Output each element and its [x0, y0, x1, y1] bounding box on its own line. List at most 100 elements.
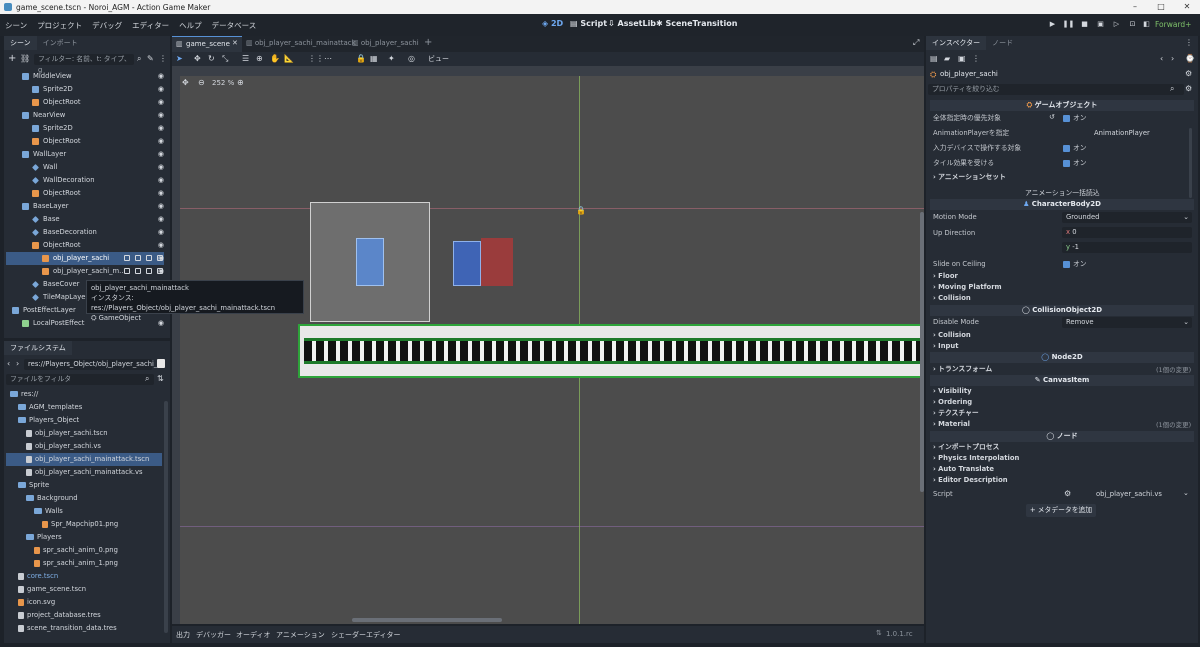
- fullscreen-icon[interactable]: ⤢: [913, 38, 919, 48]
- up-direction-y[interactable]: y -1: [1062, 242, 1192, 253]
- group-visibility[interactable]: › Visibility: [933, 386, 972, 397]
- inspector-scrollbar[interactable]: [1189, 128, 1192, 198]
- filesystem-scrollbar[interactable]: [164, 401, 168, 633]
- folder-item[interactable]: Sprite: [6, 479, 162, 492]
- revert-icon[interactable]: ↺: [1049, 113, 1055, 121]
- pivot-icon[interactable]: ⊕: [256, 54, 263, 63]
- chevron-down-icon[interactable]: ⌄: [1183, 489, 1189, 497]
- file-item[interactable]: game_scene.tscn: [6, 583, 162, 596]
- visibility-eye-icon[interactable]: ◉: [158, 213, 164, 226]
- new-resource-icon[interactable]: ▤: [930, 54, 938, 63]
- tab-obj-player-sachi-mainattack[interactable]: ▥ obj_player_sachi_mainattack: [246, 39, 356, 47]
- pause-icon[interactable]: ❚❚: [1062, 18, 1075, 31]
- snap-icon[interactable]: ⋮⋮: [308, 54, 324, 63]
- menu-dots-icon[interactable]: ⋮: [159, 54, 167, 63]
- path-field[interactable]: res://Players_Object/obj_player_sachi_m: [24, 359, 164, 370]
- scene-tree-item[interactable]: Base ◉: [6, 213, 164, 226]
- zoom-out-icon[interactable]: ⊖: [198, 78, 205, 87]
- extra-icon[interactable]: ⋮: [972, 54, 980, 63]
- maximize-icon[interactable]: □: [1148, 0, 1174, 14]
- tab-node[interactable]: ノード: [986, 36, 1019, 50]
- scene-tree-item[interactable]: Sprite2D ◉: [6, 83, 164, 96]
- visibility-eye-icon[interactable]: ◉: [158, 226, 164, 239]
- film-icon[interactable]: [135, 268, 141, 274]
- zoom-level[interactable]: 252 %: [212, 79, 234, 87]
- folder-item[interactable]: Players_Object: [6, 414, 162, 427]
- grid-snap-icon[interactable]: ⋯: [324, 54, 332, 63]
- folder-item[interactable]: res://: [6, 388, 162, 401]
- viewport-scrollbar-v[interactable]: [920, 212, 924, 492]
- menu-scene[interactable]: シーン: [0, 20, 32, 31]
- file-item[interactable]: spr_sachi_anim_1.png: [6, 557, 162, 570]
- remote-debug-icon[interactable]: ▣: [1094, 18, 1107, 31]
- visibility-eye-icon[interactable]: ◉: [158, 96, 164, 109]
- play-custom-icon[interactable]: ⊡: [1126, 18, 1139, 31]
- group-animation-set[interactable]: › アニメーションセット: [933, 172, 1006, 183]
- bottom-tab-animation[interactable]: アニメーション: [276, 630, 325, 640]
- scene-tree-item[interactable]: WallLayer ◉: [6, 148, 164, 161]
- renderer-select[interactable]: Forward+: [1155, 20, 1191, 29]
- section-game-object[interactable]: ⛭ ゲームオブジェクト: [930, 100, 1194, 111]
- section-node2d[interactable]: ◯ Node2D: [930, 352, 1194, 363]
- file-item[interactable]: scene_transition_data.tres: [6, 622, 162, 635]
- bottom-tab-audio[interactable]: オーディオ: [236, 630, 271, 640]
- lock-icon[interactable]: 🔒: [356, 54, 366, 63]
- visibility-eye-icon[interactable]: ◉: [158, 135, 164, 148]
- instance-icon[interactable]: [124, 255, 130, 261]
- tab-game-scene[interactable]: ▥ game_scene ✕: [172, 36, 242, 52]
- object-menu-icon[interactable]: ⚙: [1185, 69, 1192, 78]
- scene-tree-item[interactable]: ObjectRoot ◉: [6, 135, 164, 148]
- scene-tree-item[interactable]: ObjectRoot ◉: [6, 239, 164, 252]
- bone-icon[interactable]: ✦: [388, 54, 395, 63]
- file-item[interactable]: obj_player_sachi.vs: [6, 440, 162, 453]
- visibility-eye-icon[interactable]: ◉: [158, 239, 164, 252]
- scene-filter-input[interactable]: フィルター: 名前、t: タイプ、g: [34, 54, 134, 74]
- tab-obj-player-sachi[interactable]: ▥ obj_player_sachi: [352, 39, 419, 47]
- script-icon[interactable]: [146, 255, 152, 261]
- instance-icon[interactable]: [124, 268, 130, 274]
- inspector-menu-icon[interactable]: ⋮: [1185, 38, 1193, 47]
- group-import-process[interactable]: › インポートプロセス: [933, 442, 999, 453]
- folder-item[interactable]: AGM_templates: [6, 401, 162, 414]
- script-icon[interactable]: ✎: [147, 54, 154, 63]
- list-select-icon[interactable]: ☰: [242, 54, 249, 63]
- search-icon[interactable]: ⌕: [137, 54, 141, 64]
- scene-tree-item[interactable]: ObjectRoot ◉: [6, 187, 164, 200]
- minimize-icon[interactable]: –: [1122, 0, 1148, 14]
- section-collisionobject2d[interactable]: ◯ CollisionObject2D: [930, 305, 1194, 316]
- scene-tree-item[interactable]: obj_player_sachi ◉: [6, 252, 164, 265]
- scene-tree-item[interactable]: ObjectRoot ◉: [6, 96, 164, 109]
- group-texture[interactable]: › テクスチャー: [933, 408, 979, 419]
- history-back-icon[interactable]: ‹: [1160, 54, 1163, 63]
- disable-mode-select[interactable]: Remove ⌄: [1062, 317, 1192, 328]
- inspected-node-name[interactable]: obj_player_sachi: [940, 70, 998, 78]
- section-node[interactable]: ◯ ノード: [930, 431, 1194, 442]
- stop-icon[interactable]: ■: [1078, 18, 1091, 31]
- scene-tree-item[interactable]: NearView ◉: [6, 109, 164, 122]
- group-collision-2[interactable]: › Collision: [933, 330, 971, 341]
- sort-icon[interactable]: ⇅: [157, 374, 164, 383]
- group-input[interactable]: › Input: [933, 341, 959, 352]
- scene-tree-item[interactable]: Wall ◉: [6, 161, 164, 174]
- workspace-2d-button[interactable]: ◈ 2D: [542, 19, 563, 28]
- visibility-eye-icon[interactable]: ◉: [158, 83, 164, 96]
- folder-item[interactable]: Players: [6, 531, 162, 544]
- link-icon[interactable]: ⛓: [20, 54, 30, 63]
- visibility-eye-icon[interactable]: ◉: [158, 252, 164, 265]
- split-view-icon[interactable]: [157, 359, 165, 368]
- prop-tile-value[interactable]: オン: [1063, 158, 1087, 169]
- file-filter-input[interactable]: ファイルをフィルタ: [6, 374, 154, 385]
- viewport-2d[interactable]: ✥ ⊖ 252 % ⊕ 🔒: [172, 66, 924, 624]
- view-menu[interactable]: ビュー: [428, 54, 449, 64]
- group-icon[interactable]: ▦: [370, 54, 378, 63]
- scene-tree-item[interactable]: MiddleView ◉: [6, 70, 164, 83]
- visibility-eye-icon[interactable]: ◉: [158, 109, 164, 122]
- select-tool-icon[interactable]: ➤: [176, 54, 183, 63]
- visibility-eye-icon[interactable]: ◉: [158, 122, 164, 135]
- group-editor-description[interactable]: › Editor Description: [933, 475, 1008, 486]
- close-icon[interactable]: ✕: [1174, 0, 1200, 14]
- workspace-script-button[interactable]: ▤ Script: [570, 19, 607, 28]
- folder-item[interactable]: Background: [6, 492, 162, 505]
- add-metadata-button[interactable]: + メタデータを追加: [1026, 504, 1096, 517]
- visibility-eye-icon[interactable]: ◉: [158, 161, 164, 174]
